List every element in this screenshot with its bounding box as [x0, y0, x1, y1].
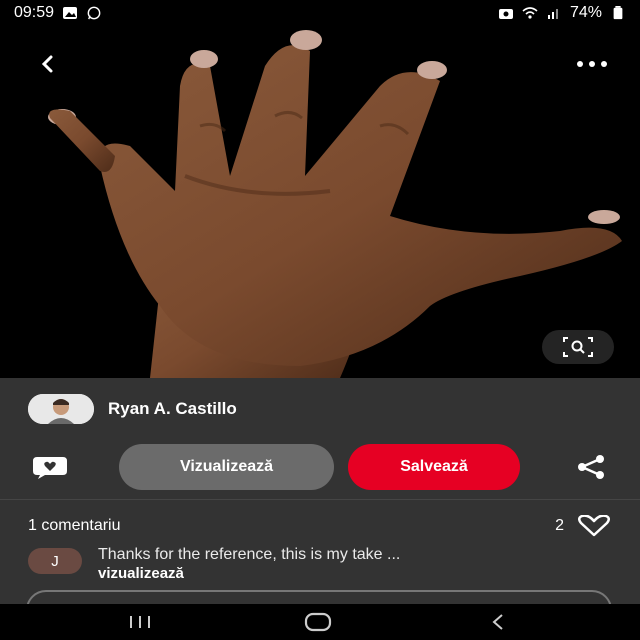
avatar-image [28, 394, 94, 424]
status-bar: 09:59 74% [0, 0, 640, 26]
gallery-icon [63, 7, 78, 19]
lens-search-icon [563, 337, 593, 357]
back-button[interactable] [28, 44, 68, 84]
divider [0, 499, 640, 500]
view-button[interactable]: Vizualizează [119, 444, 334, 490]
visual-search-button[interactable] [542, 330, 614, 364]
status-time: 09:59 [14, 4, 55, 21]
camera-icon [498, 9, 513, 19]
nav-back-button[interactable] [478, 610, 518, 634]
likes[interactable]: 2 [555, 515, 612, 537]
pin-image[interactable] [0, 26, 640, 378]
more-options-button[interactable] [572, 44, 612, 84]
signal-icon [547, 9, 558, 19]
pin-details-panel: Ryan A. Castillo Vizualizează Salvează 1… [0, 378, 640, 604]
save-button[interactable]: Salvează [348, 444, 520, 490]
whatsapp-icon [87, 6, 101, 20]
battery-percent: 74% [569, 4, 602, 21]
wifi-icon [522, 7, 538, 19]
comment-view-more[interactable]: vizualizează [98, 565, 628, 582]
comment-body: Thanks for the reference, this is my tak… [98, 546, 628, 582]
status-left: 09:59 [14, 4, 102, 22]
likes-count: 2 [555, 517, 564, 534]
commenter-avatar[interactable]: J [28, 548, 82, 574]
nav-back-icon [492, 614, 503, 630]
chevron-left-icon [41, 55, 53, 73]
battery-icon [613, 6, 623, 20]
home-button[interactable] [298, 610, 338, 634]
comments-count: 1 comentariu [28, 517, 121, 534]
home-icon [304, 612, 332, 632]
action-row: Vizualizează Salvează [0, 444, 640, 490]
comment-text: Thanks for the reference, this is my tak… [98, 546, 401, 563]
recents-button[interactable] [120, 610, 160, 634]
author-row[interactable]: Ryan A. Castillo [28, 392, 237, 426]
hand-photo [48, 30, 622, 378]
status-right: 74% [498, 4, 626, 22]
comments-header: 1 comentariu 2 [28, 515, 612, 537]
share-button[interactable] [574, 454, 608, 485]
more-dots-icon [577, 61, 607, 67]
add-comment-input[interactable] [26, 590, 612, 604]
author-name[interactable]: Ryan A. Castillo [108, 399, 237, 419]
system-nav-bar [0, 604, 640, 640]
share-icon [578, 455, 604, 479]
recents-icon [130, 616, 150, 628]
author-avatar[interactable] [28, 394, 94, 424]
heart-icon[interactable] [576, 515, 612, 537]
comment-button[interactable] [30, 454, 70, 485]
comment-heart-icon [33, 457, 67, 479]
